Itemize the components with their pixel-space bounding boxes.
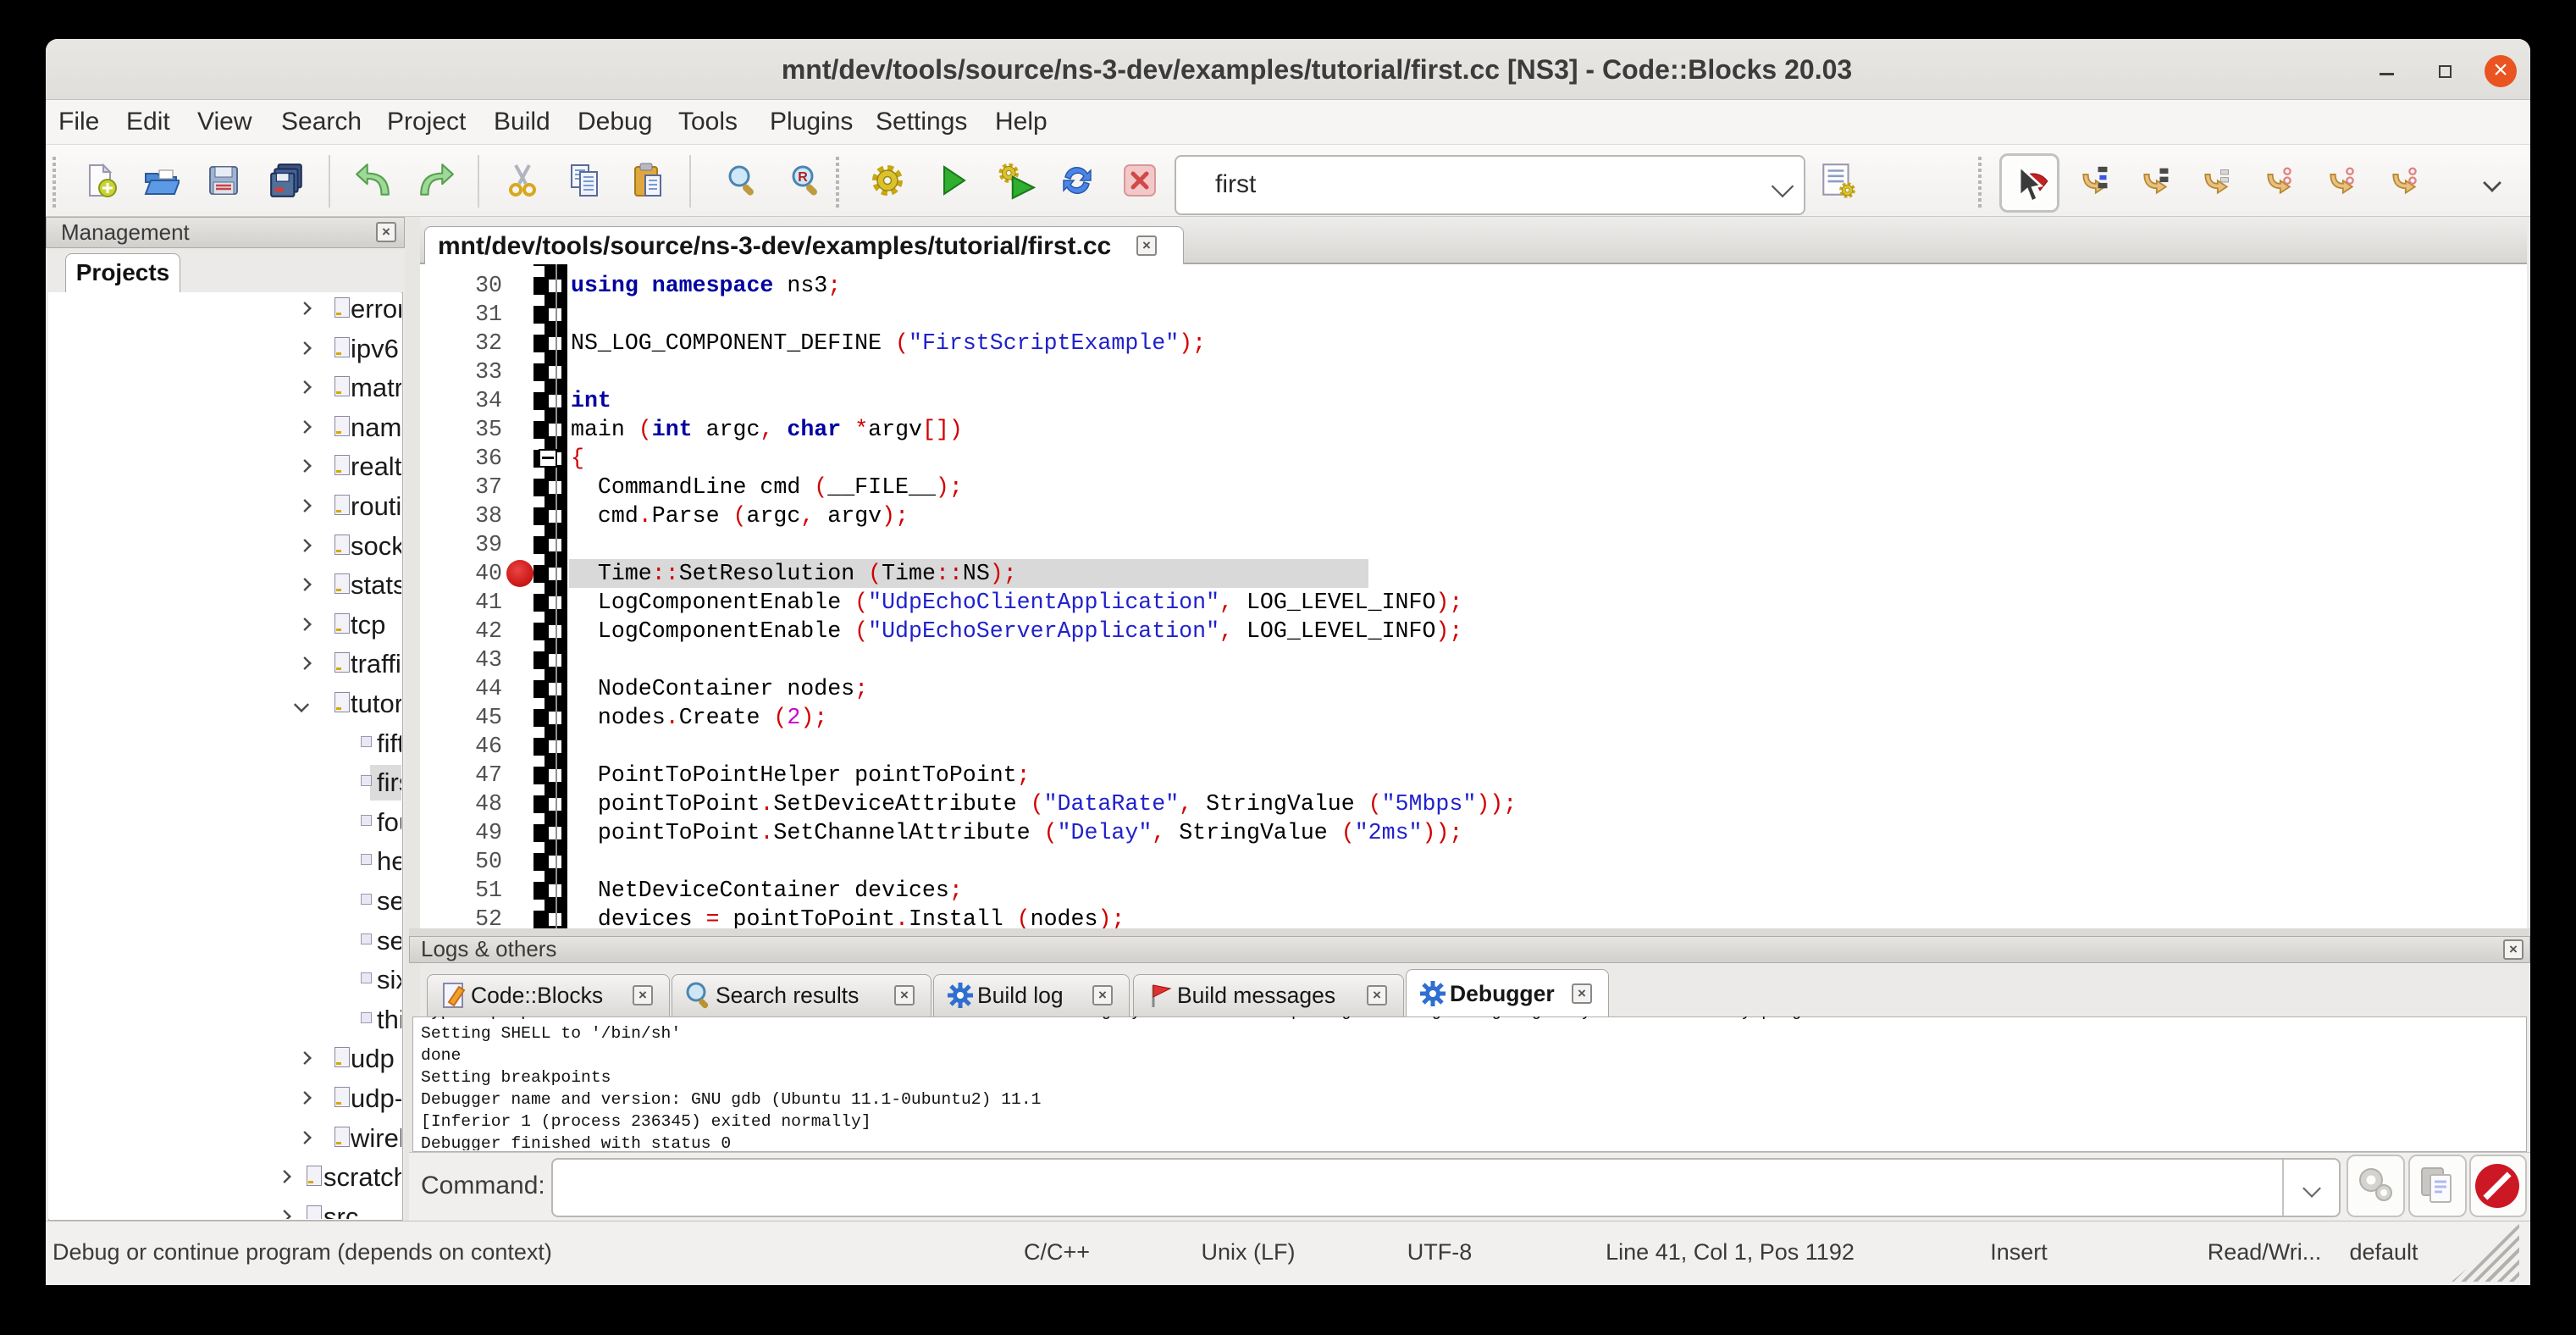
svg-text:R: R [798, 170, 808, 185]
